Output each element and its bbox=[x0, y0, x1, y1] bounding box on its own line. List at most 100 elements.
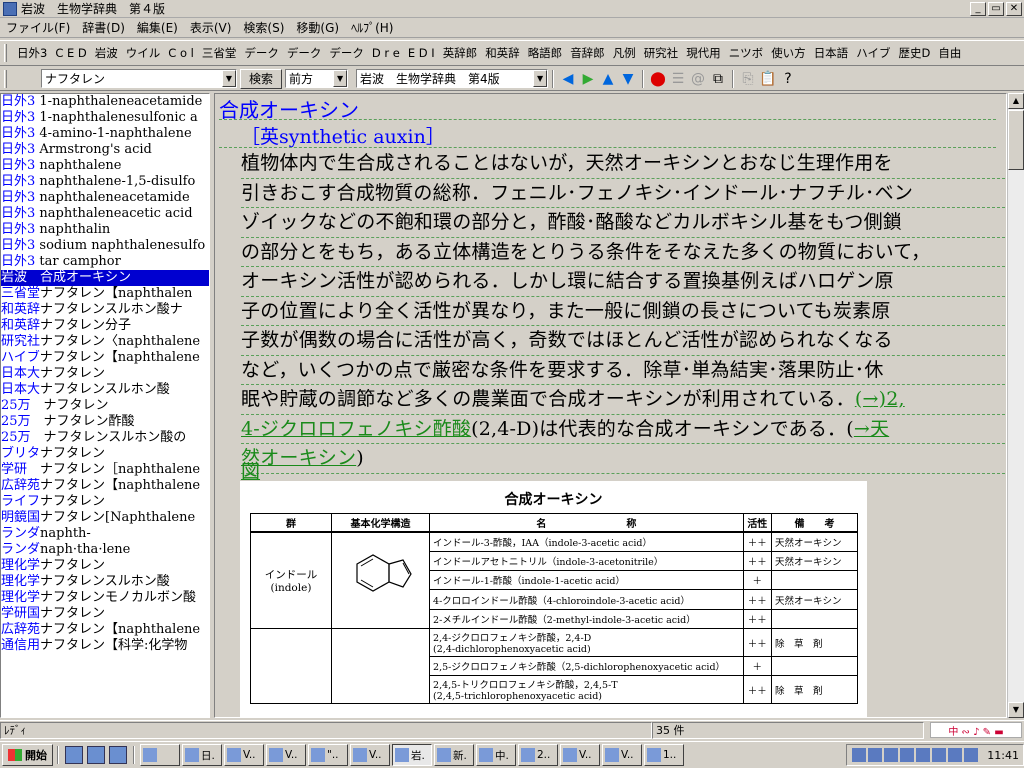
dictionary-button[interactable]: 歴史D bbox=[894, 45, 934, 61]
taskbar-button[interactable]: 日. bbox=[182, 744, 222, 766]
taskbar-button[interactable]: 2.. bbox=[518, 744, 558, 766]
figure-link[interactable]: 図 bbox=[241, 457, 260, 484]
list-item[interactable]: 和英辞ナフタレン分子 bbox=[1, 318, 209, 334]
toolbar-grip[interactable] bbox=[4, 69, 7, 88]
list-item[interactable]: 通信用ナフタレン【科学:化学物 bbox=[1, 638, 209, 654]
dictionary-button[interactable]: 略語郎 bbox=[524, 45, 567, 61]
toolbar-grip[interactable] bbox=[4, 44, 7, 62]
dictionary-select[interactable]: 岩波 生物学辞典 第4版 ▼ bbox=[356, 69, 549, 88]
list-item[interactable]: 理化学ナフタレンモノカルボン酸 bbox=[1, 590, 209, 606]
list-item[interactable]: 広辞苑ナフタレン【naphthalene bbox=[1, 622, 209, 638]
menu-item-0[interactable]: ファイル(F) bbox=[0, 19, 76, 36]
list-item[interactable]: 日外3 1-naphthalenesulfonic a bbox=[1, 110, 209, 126]
search-button[interactable]: 検索 bbox=[240, 68, 283, 89]
list-item[interactable]: 日外3 sodium naphthalenesulfo bbox=[1, 238, 209, 254]
menu-item-4[interactable]: 検索(S) bbox=[237, 19, 290, 36]
tray-icon[interactable] bbox=[852, 748, 867, 762]
dictionary-button[interactable]: デーク bbox=[325, 45, 368, 61]
list-item[interactable]: 明鏡国ナフタレン[Naphthalene bbox=[1, 510, 209, 526]
menu-item-3[interactable]: 表示(V) bbox=[184, 19, 238, 36]
dictionary-button[interactable]: 岩波 bbox=[91, 45, 122, 61]
dictionary-button[interactable]: D r e bbox=[368, 46, 404, 60]
menu-item-5[interactable]: 移動(G) bbox=[290, 19, 345, 36]
list-item[interactable]: ハイブナフタレン【naphthalene bbox=[1, 350, 209, 366]
paste-icon[interactable]: 📋 bbox=[759, 70, 777, 88]
dictionary-button[interactable]: 音辞郎 bbox=[566, 45, 609, 61]
list-item[interactable]: 日外3 naphthalin bbox=[1, 222, 209, 238]
desktop-icon[interactable] bbox=[109, 746, 127, 764]
cross-ref-link[interactable]: →天 bbox=[854, 418, 889, 440]
list-item[interactable]: 日本大ナフタレン bbox=[1, 366, 209, 382]
list-item[interactable]: 25万 ナフタレンスルホン酸の bbox=[1, 430, 209, 446]
tray-icon[interactable] bbox=[916, 748, 931, 762]
dictionary-button[interactable]: C o l bbox=[164, 46, 198, 60]
scroll-thumb[interactable] bbox=[1008, 110, 1024, 170]
menu-item-6[interactable]: ﾍﾙﾌﾟ(H) bbox=[345, 19, 399, 36]
list-item[interactable]: 日外3 naphthaleneacetic acid bbox=[1, 206, 209, 222]
list-item[interactable]: 学研 ナフタレン［naphthalene bbox=[1, 462, 209, 478]
taskbar-button[interactable]: V.. bbox=[266, 744, 306, 766]
list-item[interactable]: ライフナフタレン bbox=[1, 494, 209, 510]
taskbar-button[interactable]: ".. bbox=[308, 744, 348, 766]
outlook-icon[interactable] bbox=[87, 746, 105, 764]
taskbar-button[interactable]: 中. bbox=[476, 744, 516, 766]
list-icon[interactable]: ☰ bbox=[669, 70, 687, 88]
dictionary-button[interactable]: 英辞郎 bbox=[439, 45, 482, 61]
list-item[interactable]: 日本大ナフタレンスルホン酸 bbox=[1, 382, 209, 398]
back-arrow-icon[interactable]: ◀ bbox=[559, 70, 577, 88]
taskbar-button[interactable]: 1.. bbox=[644, 744, 684, 766]
tray-icon[interactable] bbox=[884, 748, 899, 762]
list-item[interactable]: 日外3 4-amino-1-naphthalene bbox=[1, 126, 209, 142]
tray-icon[interactable] bbox=[868, 748, 883, 762]
cross-ref-link[interactable]: (→)2, bbox=[855, 388, 905, 410]
taskbar-button[interactable]: V.. bbox=[224, 744, 264, 766]
tray-icon[interactable] bbox=[900, 748, 915, 762]
dictionary-button[interactable]: 自由 bbox=[934, 45, 965, 61]
dictionary-button[interactable]: ウイル bbox=[122, 45, 165, 61]
dictionary-button[interactable]: 現代用 bbox=[682, 45, 725, 61]
dictionary-button[interactable]: 日外3 bbox=[13, 45, 51, 61]
chevron-down-icon[interactable]: ▼ bbox=[222, 70, 236, 87]
list-item[interactable]: 25万 ナフタレン bbox=[1, 398, 209, 414]
stop-icon[interactable]: ⬤ bbox=[649, 70, 667, 88]
menu-item-1[interactable]: 辞書(D) bbox=[76, 19, 131, 36]
dictionary-button[interactable]: デーク bbox=[283, 45, 326, 61]
tray-icon[interactable] bbox=[964, 748, 979, 762]
search-input[interactable]: ナフタレン ▼ bbox=[41, 69, 237, 88]
list-item[interactable]: 研究社ナフタレン〈naphthalene bbox=[1, 334, 209, 350]
list-item[interactable]: 日外3 naphthalene-1,5-disulfo bbox=[1, 174, 209, 190]
list-item[interactable]: 日外3 Armstrong's acid bbox=[1, 142, 209, 158]
result-list[interactable]: 日外3 1-naphthaleneacetamide 日外3 1-naphthal… bbox=[0, 93, 210, 718]
help-icon[interactable]: ? bbox=[779, 70, 797, 88]
dictionary-button[interactable]: ハイブ bbox=[852, 45, 894, 61]
list-item[interactable]: 三省堂ナフタレン【naphthalen bbox=[1, 286, 209, 302]
taskbar-button[interactable]: 新. bbox=[434, 744, 474, 766]
taskbar-button[interactable]: V.. bbox=[350, 744, 390, 766]
scroll-up-icon[interactable]: ▲ bbox=[1008, 93, 1024, 109]
ie-icon[interactable] bbox=[65, 746, 83, 764]
vertical-scrollbar[interactable]: ▲ ▼ bbox=[1007, 93, 1024, 718]
close-button[interactable]: ✕ bbox=[1006, 1, 1022, 16]
list-item[interactable]: 日外3 naphthalene bbox=[1, 158, 209, 174]
dictionary-button[interactable]: 三省堂 bbox=[198, 45, 241, 61]
list-item[interactable]: 日外3 naphthaleneacetamide bbox=[1, 190, 209, 206]
at-icon[interactable]: @ bbox=[689, 70, 707, 88]
forward-arrow-icon[interactable]: ▶ bbox=[579, 70, 597, 88]
list-item[interactable]: ブリタナフタレン bbox=[1, 446, 209, 462]
chevron-down-icon[interactable]: ▼ bbox=[333, 70, 348, 87]
dictionary-button[interactable]: 日本語 bbox=[810, 45, 853, 61]
start-button[interactable]: 開始 bbox=[2, 744, 53, 766]
dictionary-button[interactable]: C E D bbox=[51, 46, 90, 60]
list-item[interactable]: ランダnaph·tha·lene bbox=[1, 542, 209, 558]
minimize-button[interactable]: _ bbox=[970, 1, 986, 16]
list-item[interactable]: 25万 ナフタレン酢酸 bbox=[1, 414, 209, 430]
list-item[interactable]: 広辞苑ナフタレン【naphthalene bbox=[1, 478, 209, 494]
search-mode-select[interactable]: 前方 ▼ bbox=[285, 69, 349, 88]
list-item[interactable]: 理化学ナフタレンスルホン酸 bbox=[1, 574, 209, 590]
window-icon[interactable]: ⧉ bbox=[709, 70, 727, 88]
menu-item-2[interactable]: 編集(E) bbox=[131, 19, 184, 36]
list-item[interactable]: ランダnaphth- bbox=[1, 526, 209, 542]
list-item[interactable]: 日外3 1-naphthaleneacetamide bbox=[1, 94, 209, 110]
dictionary-button[interactable]: 凡例 bbox=[609, 45, 640, 61]
dictionary-button[interactable]: 研究社 bbox=[640, 45, 683, 61]
